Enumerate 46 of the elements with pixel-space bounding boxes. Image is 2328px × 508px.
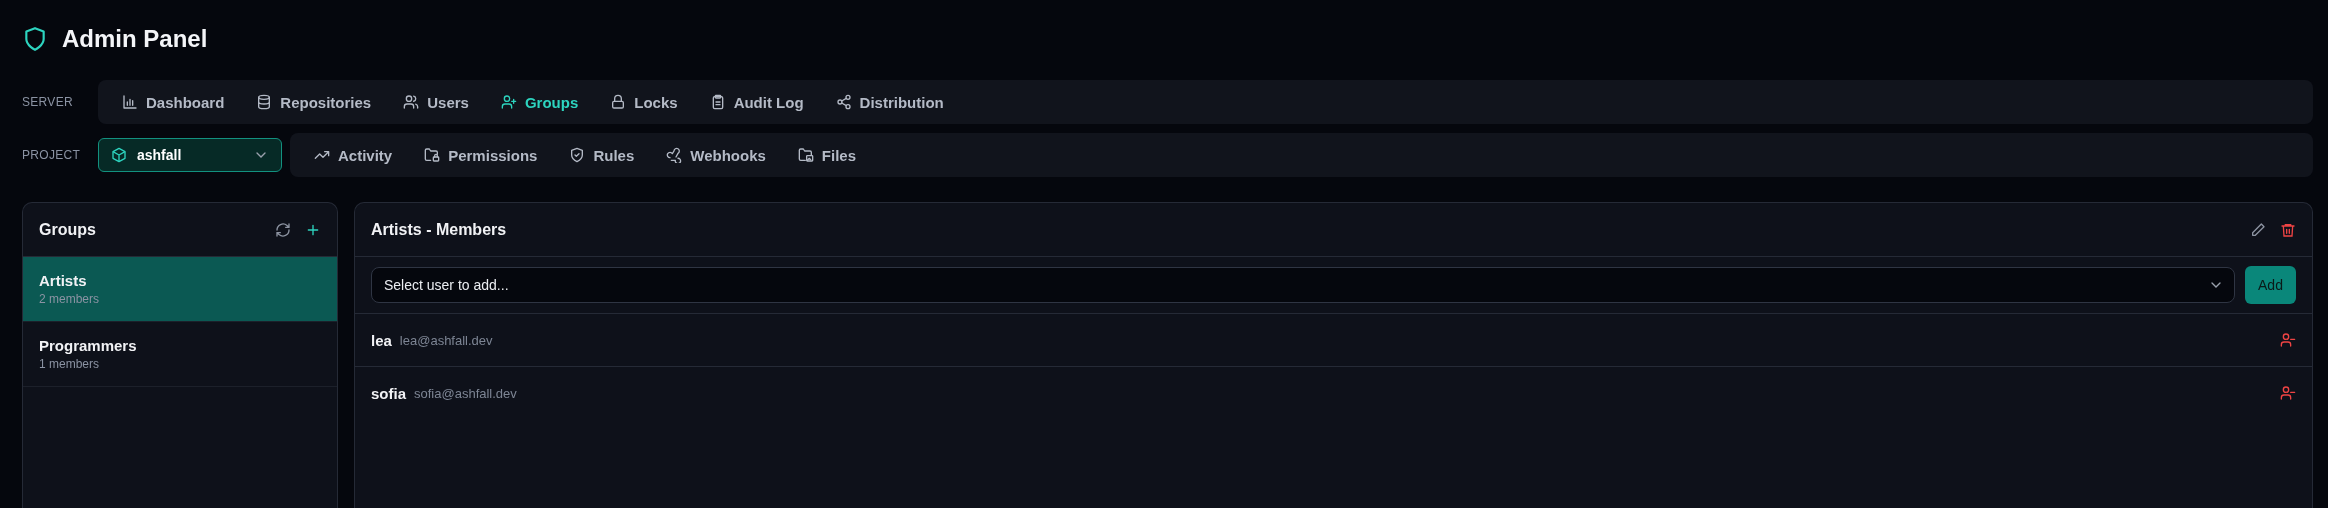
folder-lock-icon xyxy=(424,147,441,163)
nav-tab[interactable]: Locks xyxy=(596,87,692,117)
group-name: Programmers xyxy=(39,337,138,354)
shield-icon xyxy=(569,147,586,163)
pencil-icon[interactable] xyxy=(2250,221,2266,238)
project-select[interactable]: ashfall xyxy=(98,138,282,172)
trash-icon[interactable] xyxy=(2280,221,2296,238)
page-title: Admin Panel xyxy=(62,25,208,53)
refresh-icon[interactable] xyxy=(275,221,291,238)
lock-icon xyxy=(610,94,627,110)
share-icon xyxy=(835,94,852,110)
nav-tab[interactable]: Dashboard xyxy=(108,87,239,117)
member-count: 1 members xyxy=(39,357,101,371)
section-label: PROJECT xyxy=(22,148,82,162)
panel-title: Artists - Members xyxy=(371,220,507,239)
nav-tab[interactable]: Activity xyxy=(300,140,407,170)
nav-tab[interactable]: Groups xyxy=(486,87,593,117)
nav-tab[interactable]: Webhooks xyxy=(652,140,780,170)
users-icon xyxy=(403,94,420,110)
member-count: 2 members xyxy=(39,292,101,306)
bar-chart-icon xyxy=(122,94,138,110)
cube-icon xyxy=(111,147,127,163)
user-select[interactable]: Select user to add... xyxy=(371,267,2235,303)
member-name: lea xyxy=(371,331,392,349)
group-item[interactable]: Artists 2 members xyxy=(23,257,337,322)
panel-title: Groups xyxy=(39,220,96,239)
remove-user-icon[interactable] xyxy=(2280,332,2296,348)
user-plus-icon xyxy=(500,94,517,110)
group-name: Artists xyxy=(39,272,88,289)
nav-tab[interactable]: Users xyxy=(389,87,483,117)
shield-icon xyxy=(22,26,48,52)
section-label: SERVER xyxy=(22,95,74,109)
nav-tab[interactable]: Distribution xyxy=(821,87,958,117)
nav-tab[interactable]: Files xyxy=(783,140,871,170)
database-icon xyxy=(256,94,273,110)
remove-user-icon[interactable] xyxy=(2280,385,2296,401)
member-name: sofia xyxy=(371,384,406,402)
nav-tab[interactable]: Rules xyxy=(555,140,649,170)
nav-tab[interactable]: Permissions xyxy=(410,140,552,170)
member-email: lea@ashfall.dev xyxy=(399,332,494,348)
folder-icon xyxy=(797,147,814,163)
member-email: sofia@ashfall.dev xyxy=(414,385,518,401)
group-item[interactable]: Programmers 1 members xyxy=(23,322,337,387)
add-button[interactable]: Add xyxy=(2245,266,2296,304)
nav-tab[interactable]: Audit Log xyxy=(695,87,818,117)
nav-tab[interactable]: Repositories xyxy=(242,87,386,117)
